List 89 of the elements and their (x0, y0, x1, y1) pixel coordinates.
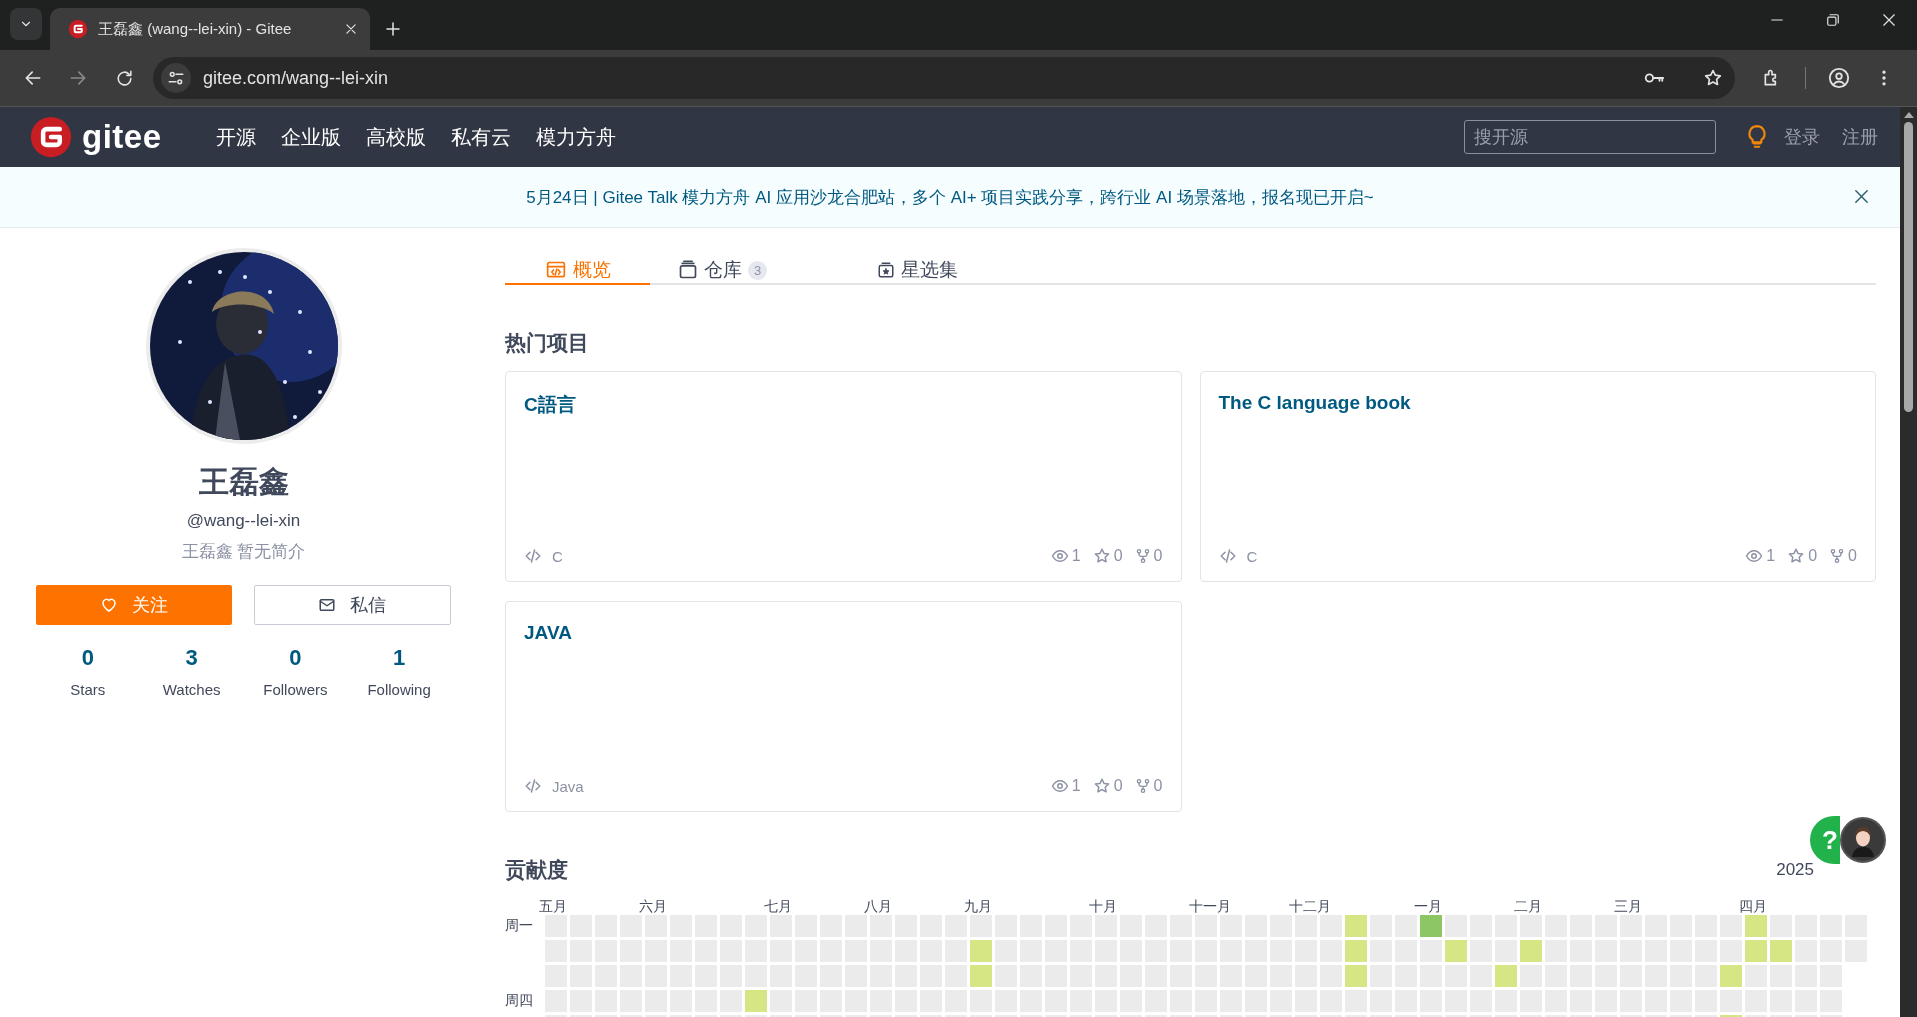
star-count: 0 (1113, 547, 1123, 565)
nav-link[interactable]: 企业版 (280, 123, 341, 151)
stat-value[interactable]: 0 (81, 645, 94, 671)
star-box-icon (877, 261, 895, 279)
stat-value[interactable]: 0 (289, 645, 302, 671)
stat-label: Watches (162, 681, 221, 698)
logo-icon[interactable] (30, 116, 72, 158)
month-label: 十月 (1089, 898, 1118, 916)
nav-link[interactable]: 高校版 (365, 123, 426, 151)
star-icon[interactable] (1092, 547, 1111, 565)
eye-icon[interactable] (1050, 547, 1069, 565)
browser-tab[interactable]: 王磊鑫 (wang--lei-xin) - Gitee (50, 8, 370, 50)
month-label: 一月 (1414, 898, 1443, 916)
nav-link[interactable]: 模力方舟 (535, 123, 616, 151)
assistant-avatar[interactable] (1840, 817, 1886, 863)
weekday-label: 周四 (505, 992, 534, 1010)
address-bar[interactable]: gitee.com/wang--lei-xin (152, 57, 1736, 99)
close-icon[interactable] (1853, 188, 1870, 205)
eye-icon[interactable] (1050, 777, 1069, 795)
favicon-icon (68, 19, 88, 39)
project-name[interactable]: JAVA (524, 622, 1163, 644)
envelope-icon (318, 596, 337, 614)
project-language: C (552, 547, 563, 565)
nav-link[interactable]: 私有云 (450, 123, 511, 151)
site-settings-icon[interactable] (166, 69, 185, 87)
reload-icon[interactable] (114, 68, 134, 88)
stat-value[interactable]: 3 (185, 645, 198, 671)
fork-icon[interactable] (1829, 547, 1846, 565)
bookmark-star-icon[interactable] (1703, 68, 1724, 88)
restore-icon[interactable] (1826, 13, 1840, 27)
watch-count: 1 (1766, 547, 1776, 565)
project-language: Java (552, 777, 584, 795)
search-field[interactable]: 搜开源 (1464, 120, 1716, 154)
code-window-icon (544, 260, 567, 280)
section-title: 贡献度 (505, 857, 568, 883)
project-name[interactable]: C語言 (524, 392, 1163, 418)
month-label: 九月 (964, 898, 993, 916)
star-count: 0 (1113, 777, 1123, 795)
count-badge: 3 (747, 260, 768, 280)
month-label: 三月 (1614, 898, 1643, 916)
project-language: C (1246, 547, 1258, 565)
profile-icon[interactable] (1827, 67, 1850, 89)
project-name[interactable]: The C language book (1218, 392, 1857, 414)
month-label: 六月 (639, 898, 668, 916)
fork-icon[interactable] (1134, 547, 1151, 565)
star-icon[interactable] (1092, 777, 1111, 795)
month-label: 十一月 (1189, 898, 1232, 916)
month-label: 十二月 (1289, 898, 1332, 916)
announcement-link[interactable]: 5月24日 | Gitee Talk 模力方舟 AI 应用沙龙合肥站，多个 AI+ 项目实践分享，跨行业 AI 场景落地，报名现已开启~ (526, 185, 1374, 209)
message-button[interactable]: 私信 (253, 585, 451, 625)
close-tab-icon[interactable] (344, 22, 358, 36)
star-count: 0 (1808, 547, 1818, 565)
fork-icon[interactable] (1134, 777, 1151, 795)
month-label: 八月 (864, 898, 893, 916)
repository-icon (677, 260, 698, 280)
weekday-label: 周一 (505, 917, 534, 935)
stat-label: Followers (263, 681, 328, 698)
profile-tab[interactable]: 星选集 (845, 257, 990, 285)
month-label: 二月 (1514, 898, 1543, 916)
profile-tab[interactable]: 仓库 3 (650, 257, 795, 285)
code-icon (524, 777, 542, 795)
section-title: 热门项目 (505, 330, 590, 356)
tab-title: 王磊鑫 (wang--lei-xin) - Gitee (98, 19, 293, 39)
close-window-icon[interactable] (1882, 13, 1896, 27)
header-link[interactable]: 登录 (1784, 125, 1820, 149)
month-label: 七月 (764, 898, 793, 916)
fork-count: 0 (1153, 547, 1163, 565)
nav-link[interactable]: 开源 (215, 123, 256, 151)
code-icon (524, 547, 542, 565)
fork-count: 0 (1153, 777, 1163, 795)
logo-text[interactable]: gitee (82, 118, 162, 156)
star-icon[interactable] (1787, 547, 1806, 565)
user-handle: @wang--lei-xin (186, 511, 301, 531)
fork-count: 0 (1848, 547, 1857, 565)
month-label: 五月 (539, 898, 568, 916)
user-name: 王磊鑫 (198, 464, 289, 500)
scrollbar[interactable] (1900, 107, 1917, 1017)
heart-icon (99, 596, 118, 614)
stat-value[interactable]: 1 (393, 645, 406, 671)
header-link[interactable]: 注册 (1842, 125, 1878, 149)
watch-count: 1 (1071, 777, 1081, 795)
stat-label: Stars (70, 681, 106, 698)
eye-icon[interactable] (1745, 547, 1764, 565)
month-label: 四月 (1739, 898, 1768, 916)
code-icon (1218, 547, 1237, 565)
user-bio: 王磊鑫 暂无简介 (181, 541, 306, 563)
stat-label: Following (367, 681, 431, 698)
watch-count: 1 (1071, 547, 1081, 565)
new-tab-icon[interactable] (384, 20, 402, 38)
